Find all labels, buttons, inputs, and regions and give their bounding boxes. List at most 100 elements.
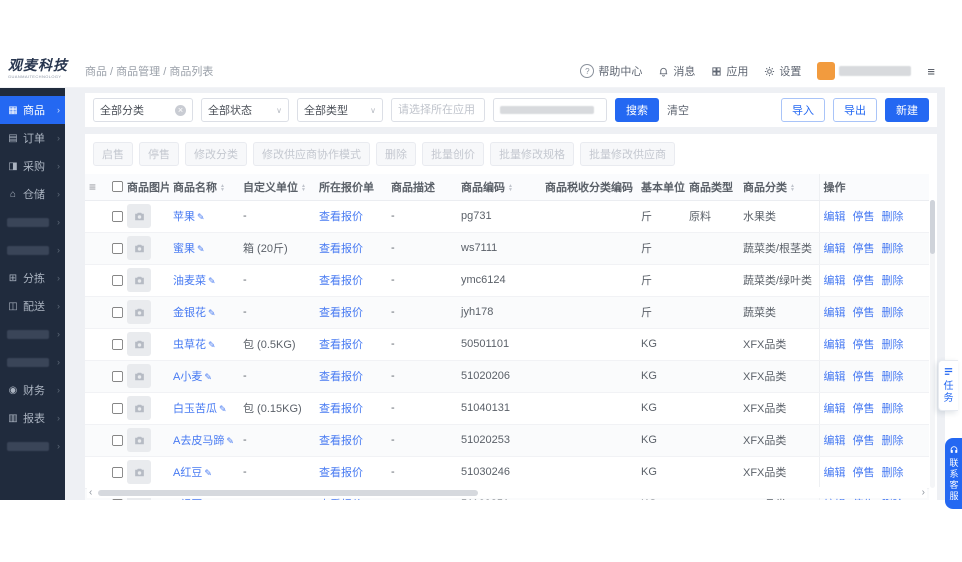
row-delete-link[interactable]: 删除 xyxy=(882,211,904,223)
row-edit-link[interactable]: 编辑 xyxy=(824,307,846,319)
contact-service-tab[interactable]: 联系客服 xyxy=(945,438,962,509)
view-quote-link[interactable]: 查看报价 xyxy=(319,499,363,500)
horizontal-scroll-thumb[interactable] xyxy=(98,489,479,496)
row-stop-sale-link[interactable]: 停售 xyxy=(853,307,875,319)
scroll-right-icon[interactable]: › xyxy=(920,487,927,498)
row-edit-link[interactable]: 编辑 xyxy=(824,371,846,383)
edit-pencil-icon[interactable]: ✎ xyxy=(208,308,216,318)
product-name-link[interactable]: 金银花 xyxy=(173,307,206,319)
view-quote-link[interactable]: 查看报价 xyxy=(319,339,363,351)
view-quote-link[interactable]: 查看报价 xyxy=(319,403,363,415)
bulk-sale-on-button[interactable]: 启售 xyxy=(93,142,133,166)
row-checkbox[interactable] xyxy=(111,498,123,500)
product-name-link[interactable]: A去皮马蹄 xyxy=(173,435,224,447)
row-stop-sale-link[interactable]: 停售 xyxy=(853,339,875,351)
horizontal-scrollbar[interactable]: ‹ › xyxy=(87,487,927,498)
import-button[interactable]: 导入 xyxy=(781,98,825,122)
product-name-link[interactable]: A绿豆 xyxy=(173,499,202,500)
row-stop-sale-link[interactable]: 停售 xyxy=(853,467,875,479)
bulk-edit-supplier-mode-button[interactable]: 修改供应商协作模式 xyxy=(253,142,370,166)
row-checkbox[interactable] xyxy=(111,274,123,286)
type-filter[interactable]: 全部类型 ∨ xyxy=(297,98,383,122)
edit-pencil-icon[interactable]: ✎ xyxy=(208,276,216,286)
product-name-link[interactable]: A小麦 xyxy=(173,371,202,383)
view-quote-link[interactable]: 查看报价 xyxy=(319,211,363,223)
edit-pencil-icon[interactable]: ✎ xyxy=(204,372,212,382)
view-quote-link[interactable]: 查看报价 xyxy=(319,243,363,255)
task-tab[interactable]: 任务 xyxy=(938,360,958,411)
sort-icon[interactable]: ▲ ▼ xyxy=(301,183,306,192)
tool-help[interactable]: ? 帮助中心 xyxy=(580,63,642,79)
view-quote-link[interactable]: 查看报价 xyxy=(319,275,363,287)
row-edit-link[interactable]: 编辑 xyxy=(824,435,846,447)
sidebar-item-finance[interactable]: ◉ 财务 › xyxy=(0,376,65,404)
tool-apps[interactable]: 应用 xyxy=(711,63,748,79)
app-filter-input[interactable] xyxy=(391,98,485,122)
row-edit-link[interactable]: 编辑 xyxy=(824,211,846,223)
row-checkbox[interactable] xyxy=(111,210,123,222)
row-checkbox[interactable] xyxy=(111,242,123,254)
sidebar-item-redacted-5[interactable]: › xyxy=(0,432,65,460)
keyword-input[interactable] xyxy=(493,98,607,122)
sidebar-item-orders[interactable]: ▤ 订单 › xyxy=(0,124,65,152)
edit-pencil-icon[interactable]: ✎ xyxy=(219,404,227,414)
row-checkbox[interactable] xyxy=(111,466,123,478)
sidebar-item-sorting[interactable]: ⊞ 分拣 › xyxy=(0,264,65,292)
row-delete-link[interactable]: 删除 xyxy=(882,403,904,415)
category-filter[interactable]: 全部分类 × xyxy=(93,98,193,122)
vertical-scrollbar[interactable] xyxy=(930,200,935,488)
sidebar-item-redacted-4[interactable]: › xyxy=(0,348,65,376)
row-stop-sale-link[interactable]: 停售 xyxy=(853,211,875,223)
row-edit-link[interactable]: 编辑 xyxy=(824,403,846,415)
clear-category-icon[interactable]: × xyxy=(175,104,186,116)
row-checkbox[interactable] xyxy=(111,306,123,318)
bulk-batch-edit-spec-button[interactable]: 批量修改规格 xyxy=(490,142,574,166)
sidebar-item-delivery[interactable]: ◫ 配送 › xyxy=(0,292,65,320)
view-quote-link[interactable]: 查看报价 xyxy=(319,435,363,447)
edit-pencil-icon[interactable]: ✎ xyxy=(197,244,205,254)
search-button[interactable]: 搜索 xyxy=(615,98,659,122)
edit-pencil-icon[interactable]: ✎ xyxy=(226,436,234,446)
product-name-link[interactable]: 白玉苦瓜 xyxy=(173,403,217,415)
row-edit-link[interactable]: 编辑 xyxy=(824,275,846,287)
sidebar-item-redacted-2[interactable]: › xyxy=(0,236,65,264)
row-edit-link[interactable]: 编辑 xyxy=(824,499,846,500)
sidebar-item-redacted-1[interactable]: › xyxy=(0,208,65,236)
row-delete-link[interactable]: 删除 xyxy=(882,499,904,500)
edit-pencil-icon[interactable]: ✎ xyxy=(197,212,205,222)
edit-pencil-icon[interactable]: ✎ xyxy=(204,468,212,478)
product-name-link[interactable]: 虫草花 xyxy=(173,339,206,351)
row-delete-link[interactable]: 删除 xyxy=(882,435,904,447)
sidebar-item-purchase[interactable]: ◨ 采购 › xyxy=(0,152,65,180)
row-stop-sale-link[interactable]: 停售 xyxy=(853,435,875,447)
row-edit-link[interactable]: 编辑 xyxy=(824,339,846,351)
row-delete-link[interactable]: 删除 xyxy=(882,275,904,287)
row-delete-link[interactable]: 删除 xyxy=(882,339,904,351)
product-name-link[interactable]: A红豆 xyxy=(173,467,202,479)
row-delete-link[interactable]: 删除 xyxy=(882,307,904,319)
bulk-delete-button[interactable]: 删除 xyxy=(376,142,416,166)
row-delete-link[interactable]: 删除 xyxy=(882,243,904,255)
edit-pencil-icon[interactable]: ✎ xyxy=(208,340,216,350)
row-edit-link[interactable]: 编辑 xyxy=(824,243,846,255)
status-filter[interactable]: 全部状态 ∨ xyxy=(201,98,289,122)
bulk-batch-edit-supplier-button[interactable]: 批量修改供应商 xyxy=(580,142,675,166)
clear-button[interactable]: 清空 xyxy=(667,102,689,118)
bulk-edit-category-button[interactable]: 修改分类 xyxy=(185,142,247,166)
row-checkbox[interactable] xyxy=(111,402,123,414)
row-checkbox[interactable] xyxy=(111,370,123,382)
sidebar-item-storage[interactable]: ⌂ 仓储 › xyxy=(0,180,65,208)
select-all-checkbox[interactable] xyxy=(111,181,123,193)
view-quote-link[interactable]: 查看报价 xyxy=(319,307,363,319)
view-quote-link[interactable]: 查看报价 xyxy=(319,371,363,383)
row-delete-link[interactable]: 删除 xyxy=(882,371,904,383)
row-stop-sale-link[interactable]: 停售 xyxy=(853,275,875,287)
sort-icon[interactable]: ▲ ▼ xyxy=(508,183,513,192)
sort-icon[interactable]: ▲ ▼ xyxy=(220,183,225,192)
export-button[interactable]: 导出 xyxy=(833,98,877,122)
bulk-batch-pricing-button[interactable]: 批量创价 xyxy=(422,142,484,166)
sort-icon[interactable]: ▲ ▼ xyxy=(790,183,795,192)
view-quote-link[interactable]: 查看报价 xyxy=(319,467,363,479)
tool-settings[interactable]: 设置 xyxy=(764,63,801,79)
product-name-link[interactable]: 苹果 xyxy=(173,211,195,223)
